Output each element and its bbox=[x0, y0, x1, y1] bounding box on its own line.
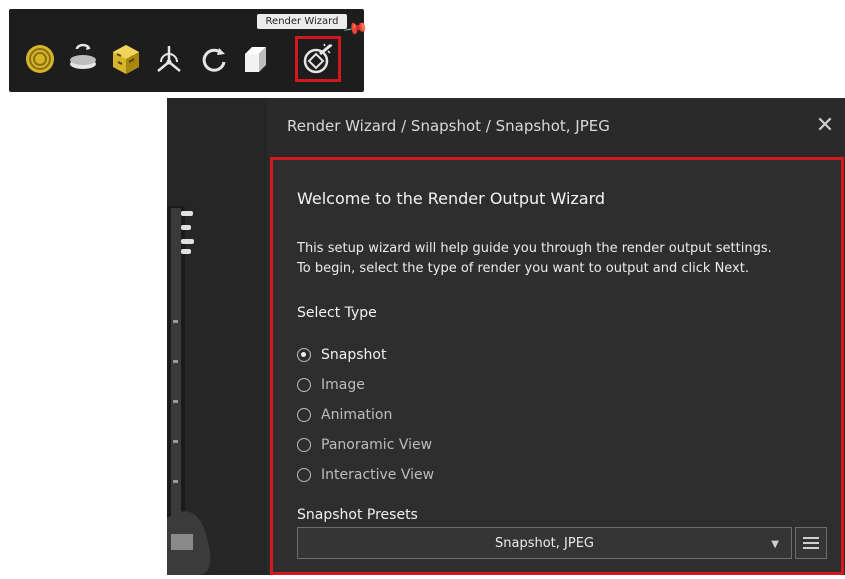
camera-axis-icon bbox=[157, 46, 181, 72]
refresh-button[interactable] bbox=[195, 39, 233, 79]
camera-axis-button[interactable] bbox=[150, 39, 188, 79]
wizard-heading: Welcome to the Render Output Wizard bbox=[297, 189, 606, 208]
radio-label: Animation bbox=[321, 407, 393, 423]
radio-label: Interactive View bbox=[321, 467, 435, 483]
radio-label: Panoramic View bbox=[321, 437, 433, 453]
close-button[interactable]: ✕ bbox=[813, 114, 837, 138]
turntable-button[interactable] bbox=[64, 39, 102, 79]
list-menu-icon bbox=[803, 537, 819, 549]
dialog-title: Render Wizard / Snapshot / Snapshot, JPE… bbox=[287, 117, 610, 135]
radio-button-checked[interactable] bbox=[297, 348, 311, 362]
description-line-1: This setup wizard will help guide you th… bbox=[297, 241, 772, 256]
radio-interactive-view[interactable]: Interactive View bbox=[297, 464, 434, 486]
wizard-description: This setup wizard will help guide you th… bbox=[297, 239, 772, 279]
close-icon: ✕ bbox=[815, 113, 835, 138]
texture-cube-icon bbox=[113, 45, 139, 74]
radio-panoramic-view[interactable]: Panoramic View bbox=[297, 434, 432, 456]
render-wizard-dialog: Render Wizard / Snapshot / Snapshot, JPE… bbox=[167, 98, 845, 575]
description-line-2: To begin, select the type of render you … bbox=[297, 261, 749, 276]
select-type-label: Select Type bbox=[297, 305, 377, 321]
radio-label: Image bbox=[321, 377, 365, 393]
turntable-icon bbox=[70, 43, 96, 69]
chevron-down-icon: ▼ bbox=[771, 539, 779, 550]
radio-button[interactable] bbox=[297, 438, 311, 452]
render-toolbar: Render Wizard 📌 bbox=[9, 9, 370, 92]
toolbar-tooltip-title: Render Wizard bbox=[257, 14, 347, 29]
wizard-panel: Welcome to the Render Output Wizard This… bbox=[270, 157, 844, 575]
radio-snapshot[interactable]: Snapshot bbox=[297, 344, 386, 366]
guitar-image bbox=[167, 206, 211, 575]
pin-icon[interactable]: 📌 bbox=[343, 15, 370, 42]
render-wizard-button[interactable] bbox=[295, 36, 341, 82]
environment-icon bbox=[26, 45, 54, 73]
refresh-icon bbox=[202, 48, 226, 72]
guitar-model-preview bbox=[167, 98, 267, 575]
preset-selected-value: Snapshot, JPEG bbox=[495, 535, 594, 551]
render-wizard-icon bbox=[303, 43, 333, 74]
preset-options-button[interactable] bbox=[795, 527, 827, 559]
radio-animation[interactable]: Animation bbox=[297, 404, 392, 426]
texture-button[interactable] bbox=[107, 39, 145, 79]
environment-button[interactable] bbox=[21, 39, 59, 79]
radio-button[interactable] bbox=[297, 378, 311, 392]
radio-button[interactable] bbox=[297, 408, 311, 422]
snapshot-presets-label: Snapshot Presets bbox=[297, 507, 418, 523]
radio-image[interactable]: Image bbox=[297, 374, 365, 396]
radio-label: Snapshot bbox=[321, 347, 387, 363]
3d-box-button[interactable] bbox=[237, 39, 275, 79]
3d-box-icon bbox=[245, 47, 266, 72]
radio-button[interactable] bbox=[297, 468, 311, 482]
snapshot-presets-dropdown[interactable]: Snapshot, JPEG ▼ bbox=[297, 527, 792, 559]
